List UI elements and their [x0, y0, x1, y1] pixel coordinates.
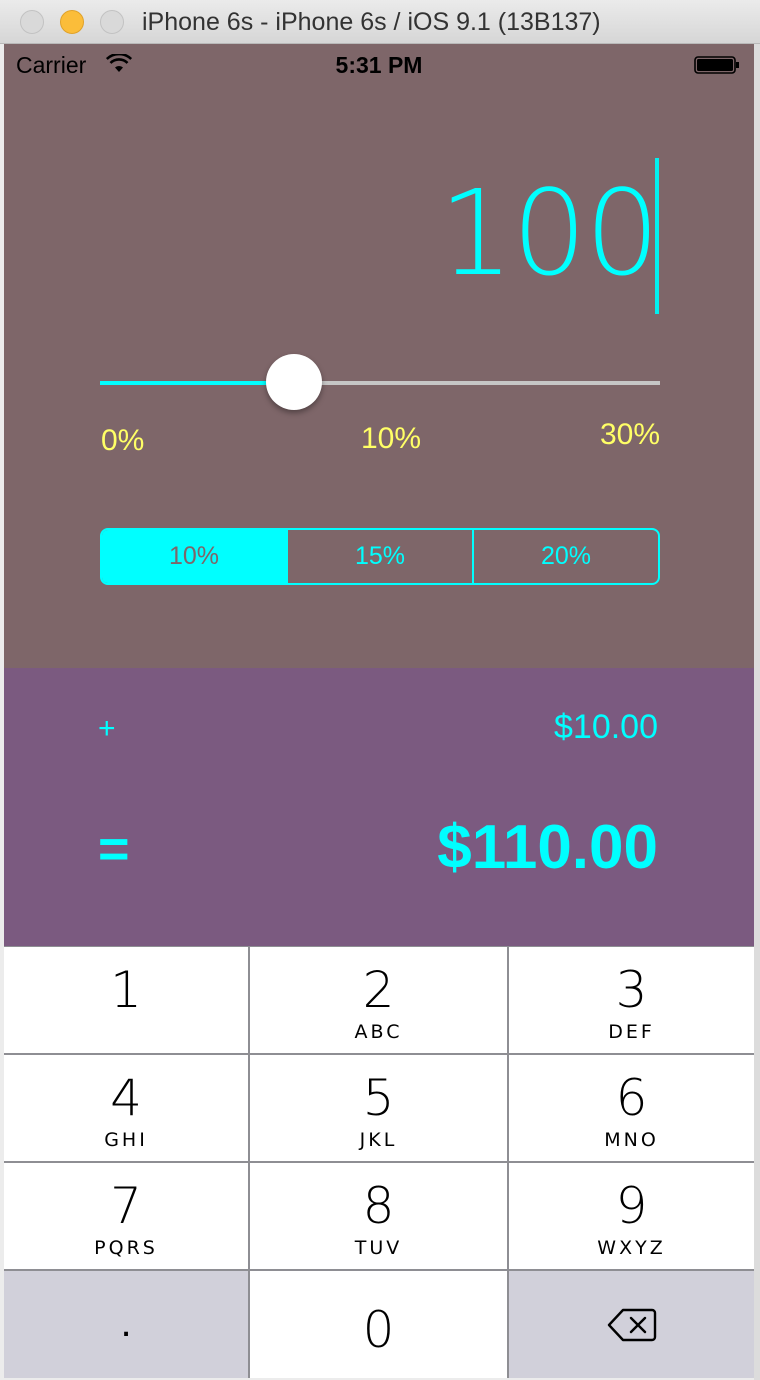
key-digit: 8: [362, 1177, 395, 1235]
key-digit: 9: [615, 1177, 648, 1235]
zoom-window-button[interactable]: [100, 10, 124, 34]
battery-icon: [694, 56, 739, 74]
key-digit: 5: [362, 1069, 395, 1127]
key-2[interactable]: 2 ABC: [250, 947, 507, 1053]
key-letters: PQRS: [94, 1237, 158, 1259]
segment-tip-15[interactable]: 15%: [288, 530, 474, 583]
key-digit: 1: [110, 961, 142, 1019]
total-amount: $110.00: [437, 813, 658, 882]
key-8[interactable]: 8 TUV: [250, 1163, 507, 1269]
bill-amount-field[interactable]: 100: [439, 174, 660, 292]
key-letters: GHI: [104, 1129, 148, 1151]
equals-sign: =: [98, 819, 130, 879]
phone-screen: Carrier 5:31 PM 100 0% 10% 30% 10% 15% 2…: [4, 44, 754, 1378]
tip-segmented-control: 10% 15% 20%: [100, 528, 660, 585]
key-letters: WXYZ: [597, 1237, 666, 1259]
key-letters: DEF: [608, 1021, 655, 1043]
window-edge: [754, 44, 760, 1380]
number-keypad: 1 2 ABC 3 DEF 4 GHI 5 JKL 6 MNO 7 PQRS 8: [4, 946, 754, 1378]
backspace-icon: [607, 1308, 656, 1342]
window-title: iPhone 6s - iPhone 6s / iOS 9.1 (13B137): [142, 8, 601, 36]
segment-tip-10[interactable]: 10%: [102, 530, 288, 583]
slider-thumb[interactable]: [266, 354, 322, 410]
slider-max-label: 30%: [599, 418, 660, 451]
close-window-button[interactable]: [20, 10, 44, 34]
key-5[interactable]: 5 JKL: [250, 1055, 507, 1161]
key-letters: ABC: [354, 1021, 403, 1043]
result-section: + $10.00 = $110.00: [4, 668, 754, 946]
key-9[interactable]: 9 WXYZ: [509, 1163, 754, 1269]
slider-track-filled: [100, 381, 294, 385]
text-cursor: [655, 158, 659, 314]
tip-slider[interactable]: [100, 354, 660, 414]
plus-sign: +: [98, 712, 116, 745]
key-letters: MNO: [604, 1129, 659, 1151]
slider-track-empty: [294, 381, 660, 385]
key-0[interactable]: 0: [250, 1271, 507, 1378]
key-delete[interactable]: [509, 1271, 754, 1378]
key-decimal[interactable]: .: [4, 1271, 248, 1378]
key-digit: 7: [110, 1177, 142, 1235]
input-section: Carrier 5:31 PM 100 0% 10% 30% 10% 15% 2…: [4, 44, 754, 668]
slider-min-label: 0%: [101, 424, 145, 457]
key-letters: JKL: [359, 1129, 398, 1151]
key-digit: 2: [362, 961, 395, 1019]
key-digit: 0: [362, 1301, 395, 1359]
status-bar: Carrier 5:31 PM: [4, 44, 754, 84]
minimize-window-button[interactable]: [60, 10, 84, 34]
key-letters: TUV: [354, 1237, 403, 1259]
window-titlebar: iPhone 6s - iPhone 6s / iOS 9.1 (13B137): [0, 0, 760, 44]
key-4[interactable]: 4 GHI: [4, 1055, 248, 1161]
key-6[interactable]: 6 MNO: [509, 1055, 754, 1161]
segment-tip-20[interactable]: 20%: [474, 530, 658, 583]
key-digit: .: [120, 1301, 132, 1345]
key-3[interactable]: 3 DEF: [509, 947, 754, 1053]
key-7[interactable]: 7 PQRS: [4, 1163, 248, 1269]
key-digit: 3: [615, 961, 648, 1019]
status-time: 5:31 PM: [335, 52, 423, 78]
key-1[interactable]: 1: [4, 947, 248, 1053]
key-digit: 6: [615, 1069, 648, 1127]
key-digit: 4: [110, 1069, 142, 1127]
tip-amount: $10.00: [554, 708, 658, 746]
slider-value-label: 10%: [361, 422, 422, 455]
